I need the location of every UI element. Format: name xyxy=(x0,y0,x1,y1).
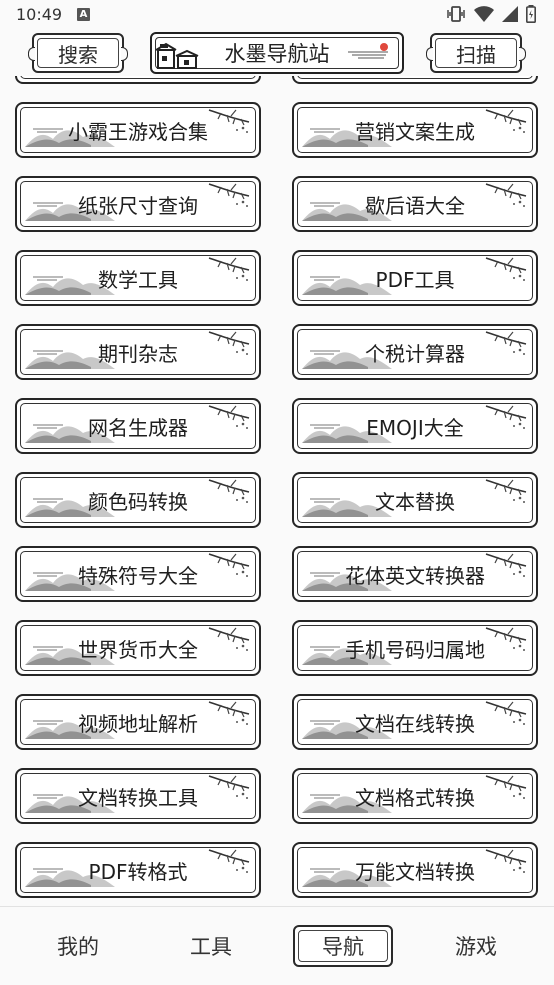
tool-card[interactable]: 文档转换工具 xyxy=(15,768,261,824)
tool-card-label: 网名生成器 xyxy=(88,415,188,440)
wifi-icon xyxy=(474,6,494,22)
tool-card-partial[interactable] xyxy=(15,76,261,84)
bottom-nav: 我的 工具 导航 游戏 xyxy=(0,906,554,985)
page-title-banner: 水墨导航站 xyxy=(150,32,404,74)
nav-tab-tools[interactable]: 工具 xyxy=(163,925,259,967)
top-bar: 搜索 水墨导航站 扫描 xyxy=(0,30,554,76)
tool-card[interactable]: 期刊杂志 xyxy=(15,324,261,380)
tool-card-label: 文本替换 xyxy=(375,489,455,514)
tool-card-label: 歇后语大全 xyxy=(365,193,465,218)
tool-card[interactable]: 文档格式转换 xyxy=(292,768,538,824)
tool-card[interactable]: 万能文档转换 xyxy=(292,842,538,898)
tool-card-label: 万能文档转换 xyxy=(355,859,475,884)
tool-card[interactable]: 世界货币大全 xyxy=(15,620,261,676)
tool-card[interactable]: 手机号码归属地 xyxy=(292,620,538,676)
vibrate-icon xyxy=(447,6,465,22)
tool-card-label: EMOJI大全 xyxy=(366,415,464,440)
nav-tab-games[interactable]: 游戏 xyxy=(428,925,524,967)
page-title: 水墨导航站 xyxy=(224,42,330,66)
tool-card-label: 个税计算器 xyxy=(365,341,465,366)
tool-card-label: 文档转换工具 xyxy=(78,785,198,810)
scan-button[interactable]: 扫描 xyxy=(426,33,526,73)
tool-card[interactable]: 特殊符号大全 xyxy=(15,546,261,602)
search-button-label: 搜索 xyxy=(58,42,98,67)
notification-icon: A xyxy=(77,8,90,21)
nav-tab-mine[interactable]: 我的 xyxy=(30,925,126,967)
ink-deco-icon xyxy=(348,43,388,59)
tool-card[interactable]: PDF转格式 xyxy=(15,842,261,898)
tool-card-label: 纸张尺寸查询 xyxy=(78,193,198,218)
tool-card[interactable]: 营销文案生成 xyxy=(292,102,538,158)
tool-card-label: PDF工具 xyxy=(375,267,455,292)
scan-button-label: 扫描 xyxy=(456,42,496,67)
tool-card-label: 特殊符号大全 xyxy=(78,563,198,588)
house-icon xyxy=(156,42,199,69)
tool-card-label: 营销文案生成 xyxy=(355,119,475,144)
tool-card-label: 视频地址解析 xyxy=(78,711,198,736)
tool-card[interactable]: 文档在线转换 xyxy=(292,694,538,750)
tool-card[interactable]: EMOJI大全 xyxy=(292,398,538,454)
tool-card[interactable]: 小霸王游戏合集 xyxy=(15,102,261,158)
battery-icon xyxy=(526,5,536,23)
tool-grid: 小霸王游戏合集 营销文案生成纸张尺寸查询 歇后语大全数学工具 PDF工具期刊杂志 个税计… xyxy=(0,76,554,906)
nav-tab-navigation[interactable]: 导航 xyxy=(293,925,393,967)
tool-card[interactable]: 纸张尺寸查询 xyxy=(15,176,261,232)
status-icons xyxy=(446,5,536,23)
tool-card[interactable]: 文本替换 xyxy=(292,472,538,528)
tool-card[interactable]: 视频地址解析 xyxy=(15,694,261,750)
tool-card-label: 小霸王游戏合集 xyxy=(68,119,208,144)
tool-card[interactable]: PDF工具 xyxy=(292,250,538,306)
tool-card-label: 花体英文转换器 xyxy=(345,563,485,588)
tool-card-label: 文档格式转换 xyxy=(355,785,475,810)
tool-card[interactable]: 网名生成器 xyxy=(15,398,261,454)
search-button[interactable]: 搜索 xyxy=(28,33,128,73)
signal-icon xyxy=(502,6,518,22)
tool-card-label: 世界货币大全 xyxy=(78,637,198,662)
tool-card-label: 手机号码归属地 xyxy=(345,637,485,662)
nav-tab-label: 工具 xyxy=(190,935,232,959)
tool-card-label: 颜色码转换 xyxy=(88,489,188,514)
status-bar: 10:49 A xyxy=(0,0,554,30)
status-time: 10:49 xyxy=(16,5,63,24)
nav-tab-label: 我的 xyxy=(57,935,99,959)
tool-card-partial[interactable] xyxy=(292,76,538,84)
tool-card[interactable]: 颜色码转换 xyxy=(15,472,261,528)
tool-card[interactable]: 数学工具 xyxy=(15,250,261,306)
tool-card[interactable]: 花体英文转换器 xyxy=(292,546,538,602)
nav-tab-label: 导航 xyxy=(322,935,364,959)
tool-card[interactable]: 个税计算器 xyxy=(292,324,538,380)
tool-card[interactable]: 歇后语大全 xyxy=(292,176,538,232)
tool-card-label: 数学工具 xyxy=(98,267,178,292)
tool-card-label: 期刊杂志 xyxy=(98,341,178,366)
tool-card-label: PDF转格式 xyxy=(88,859,188,884)
tool-card-label: 文档在线转换 xyxy=(355,711,475,736)
nav-tab-label: 游戏 xyxy=(455,935,497,959)
